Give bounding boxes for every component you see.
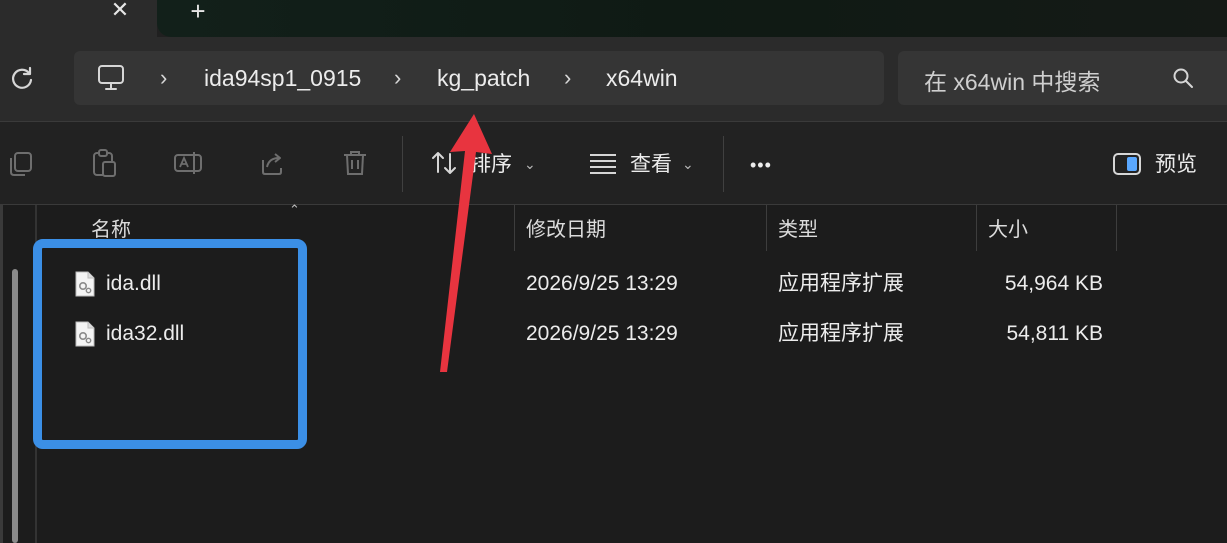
search-icon[interactable] [1172, 67, 1194, 89]
address-bar[interactable]: › ida94sp1_0915 › kg_patch › x64win [74, 51, 884, 105]
navigation-bar: › ida94sp1_0915 › kg_patch › x64win 在 x6… [0, 37, 1227, 122]
preview-pane-icon[interactable] [1112, 149, 1142, 179]
refresh-icon[interactable] [6, 63, 38, 95]
search-placeholder: 在 x64win 中搜索 [924, 69, 1101, 95]
file-size: 54,811 KB [1006, 322, 1103, 345]
breadcrumb-x64win[interactable]: x64win [600, 62, 684, 94]
share-icon[interactable] [257, 148, 287, 178]
sort-button[interactable]: 排序 [470, 150, 512, 180]
preview-button[interactable]: 预览 [1155, 150, 1197, 180]
view-icon[interactable] [588, 148, 618, 178]
breadcrumb-kg-patch[interactable]: kg_patch [431, 62, 536, 94]
column-divider[interactable] [976, 205, 977, 251]
computer-icon[interactable] [96, 64, 126, 92]
file-modified: 2026/9/25 13:29 [526, 322, 678, 345]
rename-icon[interactable] [173, 148, 203, 178]
chevron-right-icon[interactable]: › [394, 65, 408, 91]
new-tab-button[interactable]: + [184, 0, 212, 24]
more-options-button[interactable]: ••• [750, 150, 772, 180]
search-input[interactable]: 在 x64win 中搜索 [898, 51, 1227, 105]
command-bar: 排序 ⌄ 查看 ⌄ ••• 预览 [0, 122, 1227, 205]
chevron-right-icon[interactable]: › [564, 65, 578, 91]
toolbar-divider [402, 136, 403, 192]
highlight-box [33, 239, 307, 449]
paste-icon[interactable] [89, 148, 119, 178]
copy-icon[interactable] [6, 148, 36, 178]
active-tab[interactable]: ✕ [0, 0, 157, 37]
chevron-down-icon[interactable]: ⌄ [682, 154, 696, 174]
view-button[interactable]: 查看 [630, 150, 672, 180]
column-header-size[interactable]: 大小 [988, 215, 1028, 245]
navigation-pane-edge [0, 205, 3, 543]
scrollbar[interactable] [12, 269, 18, 543]
column-header-type[interactable]: 类型 [778, 215, 818, 245]
close-tab-icon[interactable]: ✕ [106, 0, 134, 22]
sort-ascending-icon: ⌃ [289, 202, 300, 217]
file-modified: 2026/9/25 13:29 [526, 272, 678, 295]
file-size: 54,964 KB [1004, 272, 1103, 295]
column-divider[interactable] [1116, 205, 1117, 251]
column-header-modified[interactable]: 修改日期 [526, 215, 606, 245]
chevron-right-icon[interactable]: › [160, 65, 174, 91]
column-divider[interactable] [766, 205, 767, 251]
column-divider[interactable] [514, 205, 515, 251]
chevron-down-icon[interactable]: ⌄ [524, 154, 538, 174]
tab-strip: + [157, 0, 1227, 37]
file-type: 应用程序扩展 [778, 272, 904, 295]
toolbar-divider [723, 136, 724, 192]
file-type: 应用程序扩展 [778, 322, 904, 345]
sort-icon[interactable] [430, 148, 460, 178]
delete-icon[interactable] [340, 148, 370, 178]
breadcrumb-ida94sp1[interactable]: ida94sp1_0915 [198, 62, 367, 94]
title-bar: ✕ + [0, 0, 1227, 37]
